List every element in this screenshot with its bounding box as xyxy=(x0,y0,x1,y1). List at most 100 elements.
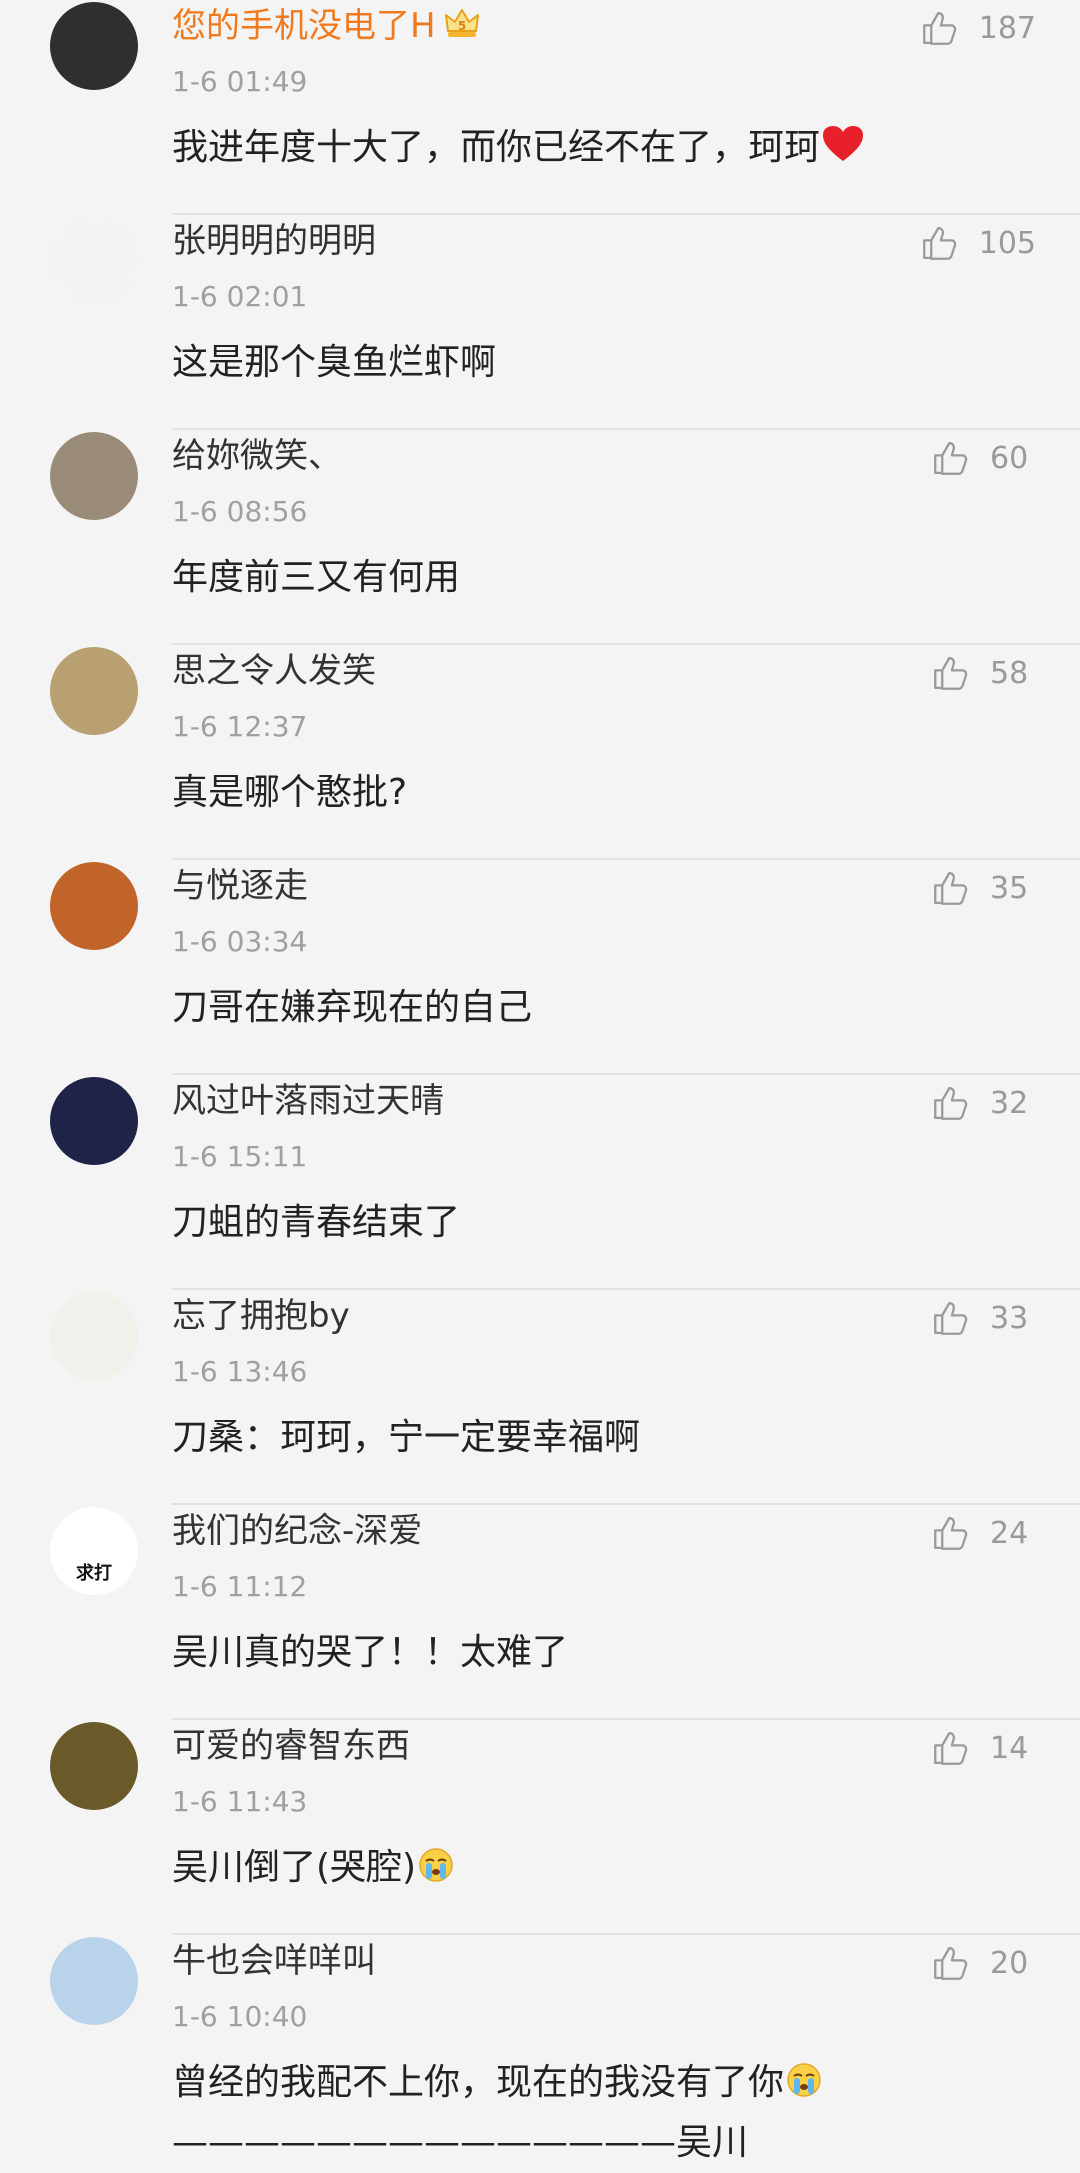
comment-time: 1-6 13:46 xyxy=(172,1355,308,1388)
like-button[interactable]: 32 xyxy=(930,1079,1036,1127)
like-count: 105 xyxy=(978,225,1036,261)
username[interactable]: 风过叶落雨过天晴 xyxy=(172,1075,444,1127)
like-count: 58 xyxy=(990,655,1029,691)
comment-item[interactable]: 您的手机没电了H 5 1-6 01:49 我进年度十大了，而你已经不在了，珂珂 1… xyxy=(0,0,1080,215)
comment-text: 刀哥在嫌弃现在的自己 xyxy=(172,978,532,1038)
avatar[interactable]: 求打 xyxy=(50,1507,138,1595)
comment-item[interactable]: 与悦逐走 1-6 03:34 刀哥在嫌弃现在的自己 35 xyxy=(0,860,1080,1075)
comment-text-line: 年度前三又有何用 xyxy=(172,557,461,598)
avatar[interactable] xyxy=(50,1292,138,1380)
like-button[interactable]: 33 xyxy=(930,1294,1036,1342)
avatar[interactable] xyxy=(50,862,138,950)
like-button[interactable]: 60 xyxy=(930,434,1036,482)
like-count: 60 xyxy=(990,440,1029,476)
username[interactable]: 可爱的睿智东西 xyxy=(172,1720,410,1772)
comment-item[interactable]: 风过叶落雨过天晴 1-6 15:11 刀蛆的青春结束了 32 xyxy=(0,1075,1080,1290)
comment-text: 刀蛆的青春结束了 xyxy=(172,1193,460,1253)
username[interactable]: 与悦逐走 xyxy=(172,860,308,912)
username[interactable]: 牛也会咩咩叫 xyxy=(172,1935,376,1987)
comment-text-line: 刀蛆的青春结束了 xyxy=(172,1202,461,1243)
comment-text: 真是哪个憨批? xyxy=(172,763,407,823)
username-text: 张明明的明明 xyxy=(172,221,376,261)
comment-text-line: 真是哪个憨批? xyxy=(172,772,408,813)
avatar[interactable] xyxy=(50,647,138,735)
like-button[interactable]: 14 xyxy=(930,1724,1036,1772)
avatar[interactable] xyxy=(50,1077,138,1165)
avatar[interactable] xyxy=(50,1722,138,1810)
username[interactable]: 给妳微笑、 xyxy=(172,430,342,482)
comment-text-line: ——————————————吴川 xyxy=(172,2122,748,2163)
comment-time: 1-6 12:37 xyxy=(172,710,308,743)
username-text: 与悦逐走 xyxy=(172,866,308,906)
comment-text-line: 刀哥在嫌弃现在的自己 xyxy=(172,987,533,1028)
like-count: 24 xyxy=(990,1515,1029,1551)
username[interactable]: 张明明的明明 xyxy=(172,215,376,267)
avatar[interactable] xyxy=(50,217,138,305)
comment-text-line: 我进年度十大了，而你已经不在了，珂珂 xyxy=(172,118,864,178)
like-button[interactable]: 105 xyxy=(919,219,1036,267)
comment-item[interactable]: 思之令人发笑 1-6 12:37 真是哪个憨批? 58 xyxy=(0,645,1080,860)
comment-text: 年度前三又有何用 xyxy=(172,548,460,608)
like-count: 187 xyxy=(978,10,1036,46)
comment-text-line: 吴川真的哭了！！太难了 xyxy=(172,1632,569,1673)
comment-time: 1-6 10:40 xyxy=(172,2000,308,2033)
username-text: 我们的纪念-深爱 xyxy=(172,1511,423,1551)
like-count: 14 xyxy=(990,1730,1029,1766)
thumbs-up-icon xyxy=(934,1946,968,1980)
crown-badge-icon: 5 xyxy=(444,9,479,37)
like-count: 32 xyxy=(990,1085,1029,1121)
username[interactable]: 您的手机没电了H 5 xyxy=(172,0,482,52)
comment-list: 您的手机没电了H 5 1-6 01:49 我进年度十大了，而你已经不在了，珂珂 1… xyxy=(0,0,1080,2163)
thumbs-up-icon xyxy=(934,1301,968,1335)
comment-item[interactable]: 忘了拥抱by 1-6 13:46 刀桑：珂珂，宁一定要幸福啊 33 xyxy=(0,1290,1080,1505)
comment-text-line: 吴川倒了(哭腔) xyxy=(172,1838,454,1898)
comment-time: 1-6 01:49 xyxy=(172,65,308,98)
username[interactable]: 我们的纪念-深爱 xyxy=(172,1505,422,1557)
thumbs-up-icon xyxy=(922,226,956,260)
comment-text-line: 刀桑：珂珂，宁一定要幸福啊 xyxy=(172,1417,641,1458)
avatar[interactable] xyxy=(50,1937,138,2025)
comment-item[interactable]: 求打 我们的纪念-深爱 1-6 11:12 吴川真的哭了！！太难了 24 xyxy=(0,1505,1080,1720)
username[interactable]: 思之令人发笑 xyxy=(172,645,376,697)
crying-emoji-icon xyxy=(787,2063,821,2097)
comment-text: 这是那个臭鱼烂虾啊 xyxy=(172,333,496,393)
comment-text: 吴川真的哭了！！太难了 xyxy=(172,1623,568,1683)
username-text: 您的手机没电了H xyxy=(172,6,436,46)
like-button[interactable]: 35 xyxy=(930,864,1036,912)
heart-icon xyxy=(823,126,864,161)
comment-text: 刀桑：珂珂，宁一定要幸福啊 xyxy=(172,1408,640,1468)
thumbs-up-icon xyxy=(934,656,968,690)
avatar[interactable] xyxy=(50,432,138,520)
comment-text-line: 曾经的我配不上你，现在的我没有了你 xyxy=(172,2053,822,2113)
like-count: 33 xyxy=(990,1300,1029,1336)
comment-text-line: 这是那个臭鱼烂虾啊 xyxy=(172,342,497,383)
thumbs-up-icon xyxy=(934,1731,968,1765)
comment-text: 曾经的我配不上你，现在的我没有了你 ——————————————吴川 xyxy=(172,2053,822,2173)
comment-time: 1-6 08:56 xyxy=(172,495,308,528)
comment-item[interactable]: 张明明的明明 1-6 02:01 这是那个臭鱼烂虾啊 105 xyxy=(0,215,1080,430)
username-text: 忘了拥抱by xyxy=(172,1296,350,1336)
svg-text:5: 5 xyxy=(457,19,465,33)
comment-item[interactable]: 给妳微笑、 1-6 08:56 年度前三又有何用 60 xyxy=(0,430,1080,645)
like-button[interactable]: 24 xyxy=(930,1509,1036,1557)
comment-text: 吴川倒了(哭腔) xyxy=(172,1838,454,1898)
thumbs-up-icon xyxy=(934,1086,968,1120)
username-text: 风过叶落雨过天晴 xyxy=(172,1081,444,1121)
avatar-label: 求打 xyxy=(76,1563,112,1584)
comment-time: 1-6 03:34 xyxy=(172,925,308,958)
like-count: 20 xyxy=(990,1945,1029,1981)
username[interactable]: 忘了拥抱by xyxy=(172,1290,350,1342)
comment-item[interactable]: 牛也会咩咩叫 1-6 10:40 曾经的我配不上你，现在的我没有了你 ———————… xyxy=(0,1935,1080,2163)
avatar[interactable] xyxy=(50,2,138,90)
crying-emoji-icon xyxy=(419,1848,453,1882)
like-button[interactable]: 20 xyxy=(930,1939,1036,1987)
username-text: 牛也会咩咩叫 xyxy=(172,1941,376,1981)
username-text: 思之令人发笑 xyxy=(172,651,376,691)
comment-item[interactable]: 可爱的睿智东西 1-6 11:43 吴川倒了(哭腔) 14 xyxy=(0,1720,1080,1935)
like-button[interactable]: 187 xyxy=(919,4,1036,52)
like-button[interactable]: 58 xyxy=(930,649,1036,697)
like-count: 35 xyxy=(990,870,1029,906)
comment-text: 我进年度十大了，而你已经不在了，珂珂 xyxy=(172,118,864,178)
thumbs-up-icon xyxy=(934,441,968,475)
comment-time: 1-6 15:11 xyxy=(172,1140,308,1173)
